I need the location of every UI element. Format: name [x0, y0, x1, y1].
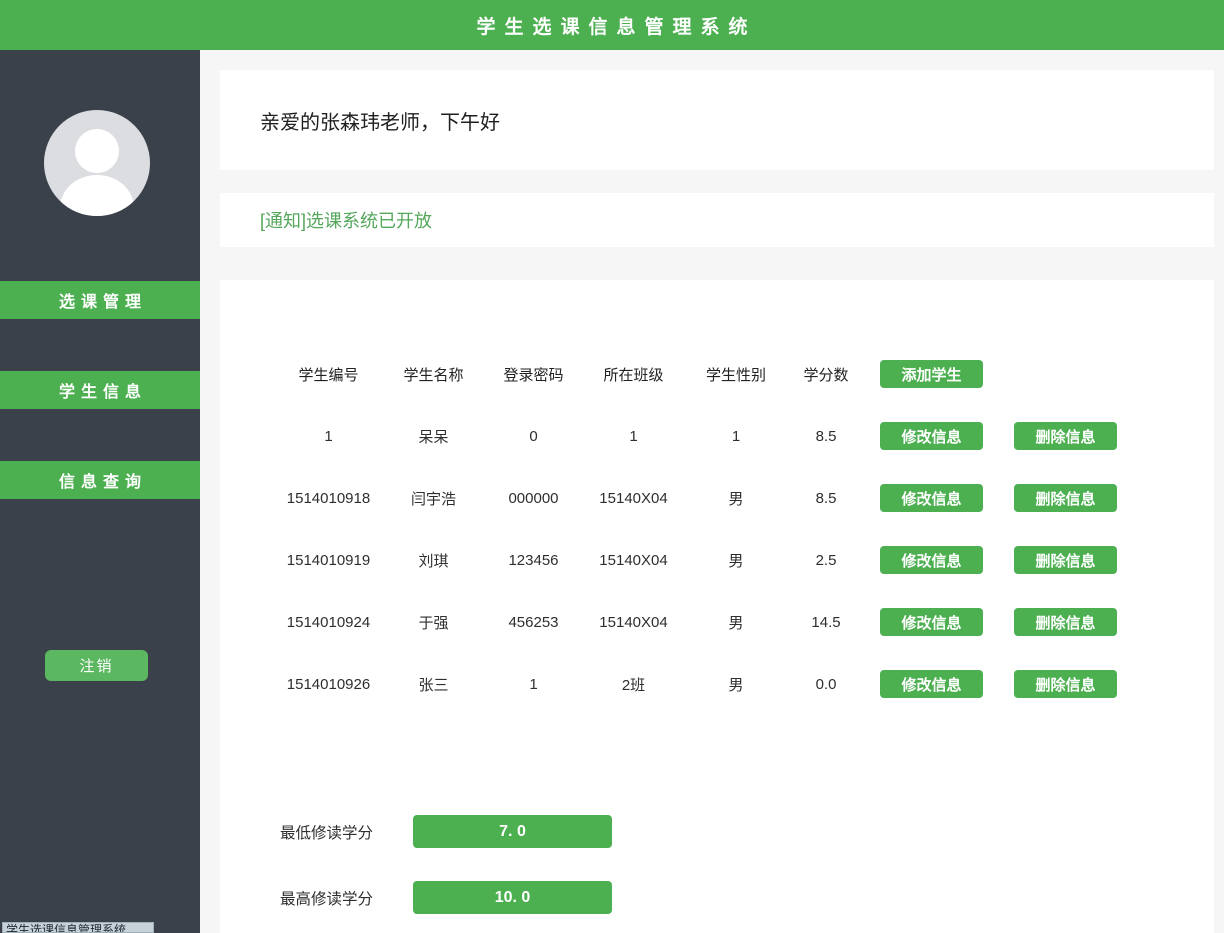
cell-student-id: 1514010924	[276, 614, 381, 631]
column-header-password: 登录密码	[486, 364, 581, 385]
max-credit-input[interactable]: 10. 0	[413, 881, 612, 914]
cell-student-name: 于强	[381, 612, 486, 633]
modify-info-button[interactable]: 修改信息	[880, 608, 983, 636]
modify-info-button[interactable]: 修改信息	[880, 422, 983, 450]
cell-credits: 8.5	[786, 490, 866, 507]
column-header-credits: 学分数	[786, 364, 866, 385]
delete-info-button[interactable]: 删除信息	[1014, 422, 1117, 450]
modify-info-button[interactable]: 修改信息	[880, 670, 983, 698]
cell-class: 1	[581, 428, 686, 445]
column-header-student-name: 学生名称	[381, 364, 486, 385]
page-title: 学生选课信息管理系统	[467, 12, 756, 39]
cell-class: 15140X04	[581, 552, 686, 569]
sidebar-item-info-query[interactable]: 信息查询	[0, 461, 200, 499]
notice-link[interactable]: [通知]选课系统已开放	[260, 207, 432, 233]
table-header-row: 学生编号 学生名称 登录密码 所在班级 学生性别 学分数 添加学生	[220, 343, 1214, 405]
cell-student-id: 1514010919	[276, 552, 381, 569]
cell-credits: 14.5	[786, 614, 866, 631]
cell-credits: 0.0	[786, 676, 866, 693]
table-row: 1 呆呆 0 1 1 8.5 修改信息 删除信息	[220, 405, 1214, 467]
max-credit-label: 最高修读学分	[280, 887, 377, 909]
cell-student-name: 张三	[381, 674, 486, 695]
cell-gender: 男	[686, 550, 786, 571]
delete-info-button[interactable]: 删除信息	[1014, 608, 1117, 636]
max-credit-row: 最高修读学分 10. 0	[220, 881, 1214, 914]
main-content: 亲爱的张森玮老师，下午好 [通知]选课系统已开放 学生编号 学生名称 登录密码 …	[200, 50, 1224, 933]
cell-student-id: 1514010918	[276, 490, 381, 507]
min-credit-label: 最低修读学分	[280, 821, 377, 843]
user-silhouette-icon	[44, 110, 150, 216]
header-bar: 学生选课信息管理系统	[0, 0, 1224, 50]
cell-student-name: 闫宇浩	[381, 488, 486, 509]
greeting-card: 亲爱的张森玮老师，下午好	[220, 70, 1214, 170]
cell-password: 123456	[486, 552, 581, 569]
cell-gender: 男	[686, 674, 786, 695]
table-row: 1514010926 张三 1 2班 男 0.0 修改信息 删除信息	[220, 653, 1214, 715]
greeting-text: 亲爱的张森玮老师，下午好	[260, 106, 500, 135]
cell-gender: 1	[686, 428, 786, 445]
table-row: 1514010924 于强 456253 15140X04 男 14.5 修改信…	[220, 591, 1214, 653]
sidebar: 选课管理 学生信息 信息查询 注销 学生选课信息管理系统	[0, 50, 200, 933]
delete-info-button[interactable]: 删除信息	[1014, 546, 1117, 574]
cell-student-id: 1	[276, 428, 381, 445]
cell-credits: 8.5	[786, 428, 866, 445]
min-credit-input[interactable]: 7. 0	[413, 815, 612, 848]
table-row: 1514010919 刘琪 123456 15140X04 男 2.5 修改信息…	[220, 529, 1214, 591]
sidebar-item-label: 信息查询	[53, 468, 147, 492]
cell-student-name: 刘琪	[381, 550, 486, 571]
status-tooltip: 学生选课信息管理系统	[2, 922, 154, 933]
cell-password: 000000	[486, 490, 581, 507]
delete-info-button[interactable]: 删除信息	[1014, 484, 1117, 512]
sidebar-item-label: 学生信息	[53, 378, 147, 402]
cell-password: 456253	[486, 614, 581, 631]
sidebar-item-student-info[interactable]: 学生信息	[0, 371, 200, 409]
student-table-card: 学生编号 学生名称 登录密码 所在班级 学生性别 学分数 添加学生 1 呆呆 0…	[220, 280, 1214, 933]
cell-student-name: 呆呆	[381, 426, 486, 447]
avatar	[44, 110, 150, 216]
column-header-gender: 学生性别	[686, 364, 786, 385]
app-window: 学生选课信息管理系统 选课管理 学生信息 信息查询 注销 学生选课信息管理系统 …	[0, 0, 1224, 933]
cell-student-id: 1514010926	[276, 676, 381, 693]
cell-credits: 2.5	[786, 552, 866, 569]
modify-info-button[interactable]: 修改信息	[880, 484, 983, 512]
logout-button[interactable]: 注销	[45, 650, 148, 681]
sidebar-item-label: 选课管理	[53, 288, 147, 312]
cell-gender: 男	[686, 488, 786, 509]
add-student-button[interactable]: 添加学生	[880, 360, 983, 388]
modify-info-button[interactable]: 修改信息	[880, 546, 983, 574]
delete-info-button[interactable]: 删除信息	[1014, 670, 1117, 698]
notice-card: [通知]选课系统已开放	[220, 193, 1214, 247]
min-credit-row: 最低修读学分 7. 0	[220, 815, 1214, 848]
cell-password: 1	[486, 676, 581, 693]
cell-password: 0	[486, 428, 581, 445]
cell-gender: 男	[686, 612, 786, 633]
cell-class: 15140X04	[581, 614, 686, 631]
cell-class: 2班	[581, 674, 686, 695]
column-header-student-id: 学生编号	[276, 364, 381, 385]
column-header-class: 所在班级	[581, 364, 686, 385]
table-row: 1514010918 闫宇浩 000000 15140X04 男 8.5 修改信…	[220, 467, 1214, 529]
sidebar-item-course-management[interactable]: 选课管理	[0, 281, 200, 319]
cell-class: 15140X04	[581, 490, 686, 507]
